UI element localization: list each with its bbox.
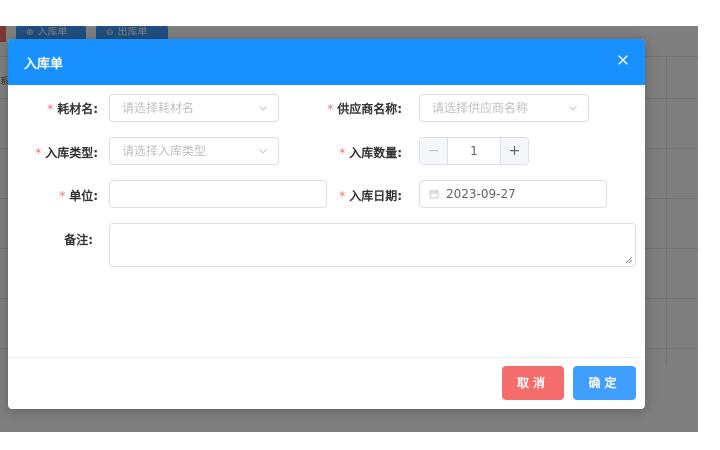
required-mark: * xyxy=(339,146,346,160)
quantity-stepper: − 1 + xyxy=(419,137,529,165)
quantity-label: * 入库数量: xyxy=(339,146,402,160)
stock-in-dialog: 入库单 * 耗材名: 请选择耗材名 * 供应商名称: 请选择供应商名称 * 入库类型:… xyxy=(8,39,645,409)
supplier-placeholder: 请选择供应商名称 xyxy=(432,101,529,115)
in-type-label: * 入库类型: xyxy=(35,146,98,160)
close-icon[interactable] xyxy=(617,54,629,66)
chevron-down-icon xyxy=(259,149,267,154)
cancel-button[interactable]: 取消 xyxy=(502,366,564,400)
required-mark: * xyxy=(47,102,54,116)
remark-textarea[interactable] xyxy=(109,223,636,267)
dialog-header: 入库单 xyxy=(8,39,645,85)
required-mark: * xyxy=(59,189,66,203)
screen: 系 ⊕ 入库单 ⊖ 出库单 入库单 *耗材名: 请选择耗材名 *供应商名称: xyxy=(0,0,720,450)
confirm-button[interactable]: 确定 xyxy=(573,366,636,400)
calendar-icon xyxy=(429,190,439,199)
unit-label: * 单位: xyxy=(59,189,98,203)
date-label: * 入库日期: xyxy=(339,189,402,203)
required-mark: * xyxy=(339,189,346,203)
unit-input[interactable] xyxy=(109,180,327,208)
remark-label: 备注: xyxy=(64,233,93,247)
increment-button[interactable]: + xyxy=(500,138,528,164)
resize-handle-icon[interactable] xyxy=(625,256,633,264)
material-label: * 耗材名: xyxy=(47,102,98,116)
chevron-down-icon xyxy=(259,106,267,111)
quantity-input[interactable]: 1 xyxy=(448,138,500,164)
dialog-title: 入库单 xyxy=(24,57,64,72)
supplier-select[interactable]: 请选择供应商名称 xyxy=(419,94,589,122)
decrement-button[interactable]: − xyxy=(420,138,448,164)
material-select[interactable]: 请选择耗材名 xyxy=(109,94,279,122)
date-value: 2023-09-27 xyxy=(446,187,516,201)
supplier-label: * 供应商名称: xyxy=(327,102,402,116)
required-mark: * xyxy=(327,102,334,116)
in-type-select[interactable]: 请选择入库类型 xyxy=(109,137,279,165)
chevron-down-icon xyxy=(569,106,577,111)
dialog-footer-divider xyxy=(8,357,645,358)
material-placeholder: 请选择耗材名 xyxy=(122,101,195,115)
required-mark: * xyxy=(35,146,42,160)
date-picker[interactable]: 2023-09-27 xyxy=(419,180,607,208)
in-type-placeholder: 请选择入库类型 xyxy=(122,144,207,158)
